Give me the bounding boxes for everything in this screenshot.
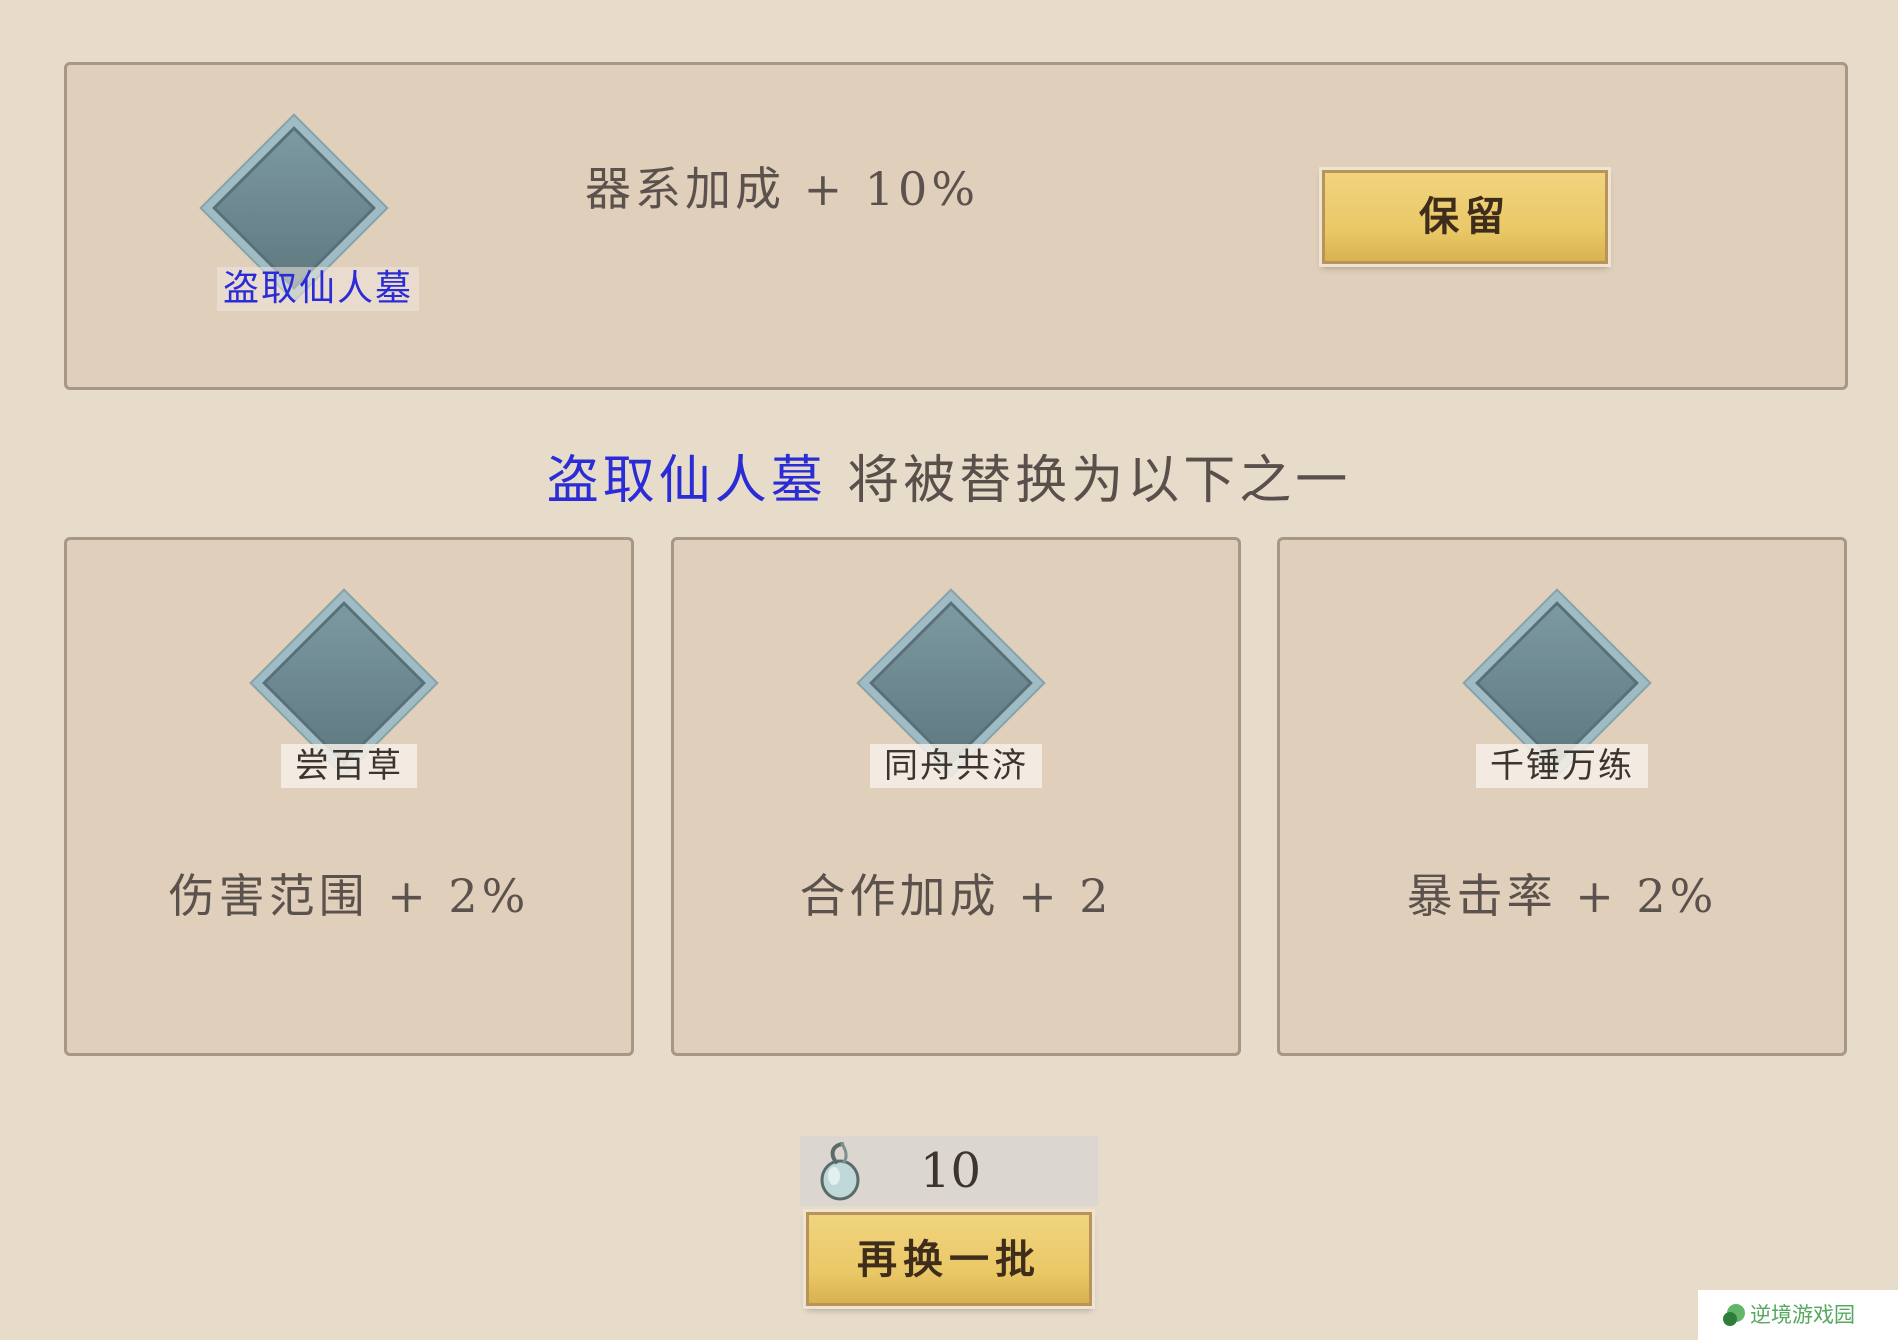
watermark: 逆境游戏园 [1698, 1290, 1898, 1340]
current-trait-name: 盗取仙人墓 [217, 267, 420, 311]
choice-trait-name: 尝百草 [281, 744, 417, 788]
choice-card[interactable]: 千锤万练 暴击率 + 2% [1277, 537, 1847, 1056]
replace-prompt-trait-name: 盗取仙人墓 [546, 451, 827, 511]
watermark-logo-icon [1723, 1304, 1745, 1326]
choice-trait-name: 同舟共济 [870, 744, 1042, 788]
choice-card[interactable]: 同舟共济 合作加成 + 2 [671, 537, 1241, 1056]
watermark-text: 逆境游戏园 [1750, 1303, 1855, 1327]
gourd-icon [820, 1142, 860, 1201]
current-trait-bonus: 器系加成 + 10% [585, 162, 980, 216]
choice-card[interactable]: 尝百草 伤害范围 + 2% [64, 537, 634, 1056]
reroll-button[interactable]: 再换一批 [806, 1212, 1092, 1306]
keep-button[interactable]: 保留 [1322, 170, 1608, 264]
replace-prompt: 盗取仙人墓 将被替换为以下之一 [0, 438, 1898, 513]
reroll-cost-value: 10 [920, 1143, 982, 1199]
reroll-cost-bar: 10 [800, 1136, 1098, 1206]
choice-trait-bonus: 合作加成 + 2 [799, 869, 1113, 923]
choice-trait-name: 千锤万练 [1476, 744, 1648, 788]
replace-prompt-text: 将被替换为以下之一 [847, 451, 1352, 511]
choice-trait-bonus: 伤害范围 + 2% [168, 869, 530, 923]
choice-trait-bonus: 暴击率 + 2% [1406, 869, 1718, 923]
